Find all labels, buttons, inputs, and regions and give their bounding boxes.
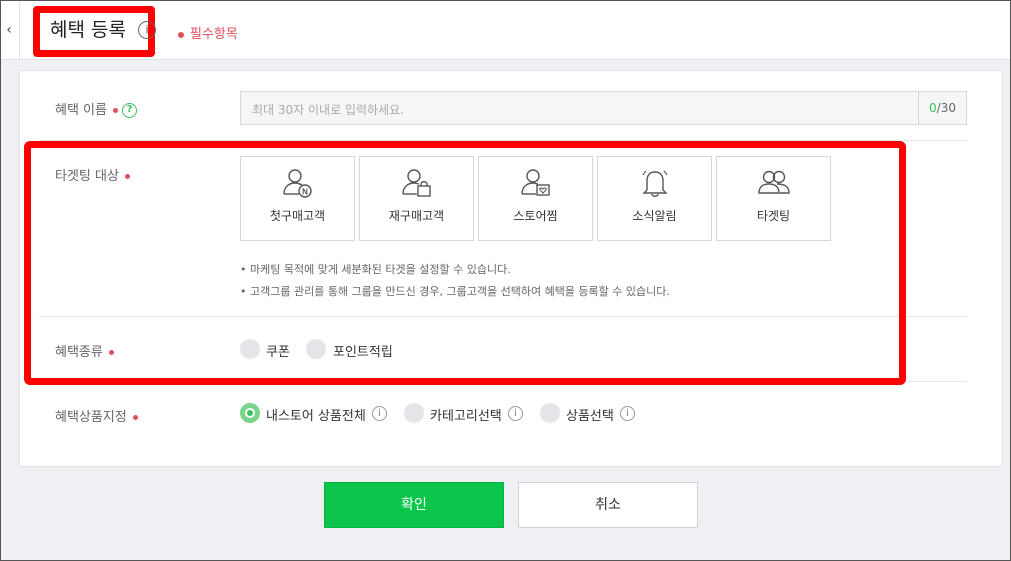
row-divider (39, 316, 967, 317)
char-counter: 0/30 (918, 92, 966, 124)
page-header: ‹ 혜택 등록 i 필수항목 (0, 0, 1011, 60)
info-icon[interactable]: i (620, 406, 635, 421)
info-icon[interactable]: i (508, 406, 523, 421)
product-scope-label: 혜택상품지정 (55, 406, 138, 425)
confirm-button[interactable]: 확인 (324, 482, 504, 528)
target-card-label: 타겟팅 (756, 209, 791, 223)
char-counter-max: /30 (936, 101, 956, 115)
char-counter-current: 0 (929, 101, 937, 115)
target-card-label: 스토어찜 (513, 209, 558, 223)
radio-all-products-label[interactable]: 내스토어 상품전체 (266, 405, 366, 424)
target-card-label: 첫구매고객 (269, 209, 326, 223)
info-icon[interactable]: i (138, 21, 156, 39)
target-card-repurchase[interactable]: 재구매고객 (359, 156, 474, 241)
users-icon (758, 170, 790, 194)
required-dot-icon (124, 174, 130, 179)
required-dot-icon (112, 108, 118, 113)
radio-point-label[interactable]: 포인트적립 (333, 341, 393, 360)
benefit-name-label: 혜택 이름? (55, 99, 137, 118)
radio-category-label[interactable]: 카테고리선택 (430, 405, 502, 424)
page-title: 혜택 등록 (50, 19, 126, 41)
required-note-text: 필수항목 (190, 27, 238, 42)
info-icon[interactable]: i (372, 406, 387, 421)
required-dot-icon (132, 415, 138, 420)
targeting-note: • 마케팅 목적에 맞게 세분화된 타겟을 설정할 수 있습니다. (240, 263, 511, 276)
required-dot-icon (178, 31, 184, 38)
target-card-news-alert[interactable]: 소식알림 (597, 156, 712, 241)
help-icon[interactable]: ? (121, 103, 137, 118)
required-dot-icon (108, 350, 114, 355)
radio-coupon-label[interactable]: 쿠폰 (266, 341, 290, 360)
radio-product-label[interactable]: 상품선택 (566, 405, 614, 424)
header-divider (19, 0, 20, 60)
radio-product[interactable] (540, 403, 560, 423)
benefit-name-input[interactable]: 최대 30자 이내로 입력하세요. 0/30 (240, 91, 967, 125)
row-divider (39, 381, 967, 382)
targeting-label: 타겟팅 대상 (55, 165, 130, 184)
required-note: 필수항목 (178, 23, 238, 42)
user-n-icon: N (283, 169, 312, 198)
row-divider (39, 140, 967, 141)
benefit-type-label: 혜택종류 (55, 341, 114, 360)
targeting-note: • 고객그룹 관리를 통해 그룹을 만드신 경우, 그룹고객을 선택하여 혜택을… (240, 285, 670, 298)
target-card-label: 재구매고객 (388, 209, 445, 223)
cancel-button[interactable]: 취소 (518, 482, 698, 528)
user-heart-icon (521, 169, 550, 196)
target-card-targeting[interactable]: 타겟팅 (716, 156, 831, 241)
user-bag-icon (402, 169, 431, 197)
back-chevron-icon[interactable]: ‹ (3, 20, 15, 40)
radio-coupon[interactable] (240, 339, 260, 359)
radio-point[interactable] (306, 339, 326, 359)
product-scope-label-text: 혜택상품지정 (55, 410, 127, 425)
svg-text:N: N (302, 188, 308, 197)
target-card-label: 소식알림 (632, 209, 677, 223)
target-card-store-fav[interactable]: 스토어찜 (478, 156, 593, 241)
benefit-name-label-text: 혜택 이름 (55, 103, 107, 118)
benefit-name-placeholder: 최대 30자 이내로 입력하세요. (252, 103, 404, 117)
target-card-first-purchase[interactable]: N 첫구매고객 (240, 156, 355, 241)
targeting-label-text: 타겟팅 대상 (55, 169, 119, 184)
bell-icon (642, 170, 668, 197)
radio-all-products[interactable] (240, 403, 260, 423)
radio-category[interactable] (404, 403, 424, 423)
benefit-type-label-text: 혜택종류 (55, 345, 103, 360)
